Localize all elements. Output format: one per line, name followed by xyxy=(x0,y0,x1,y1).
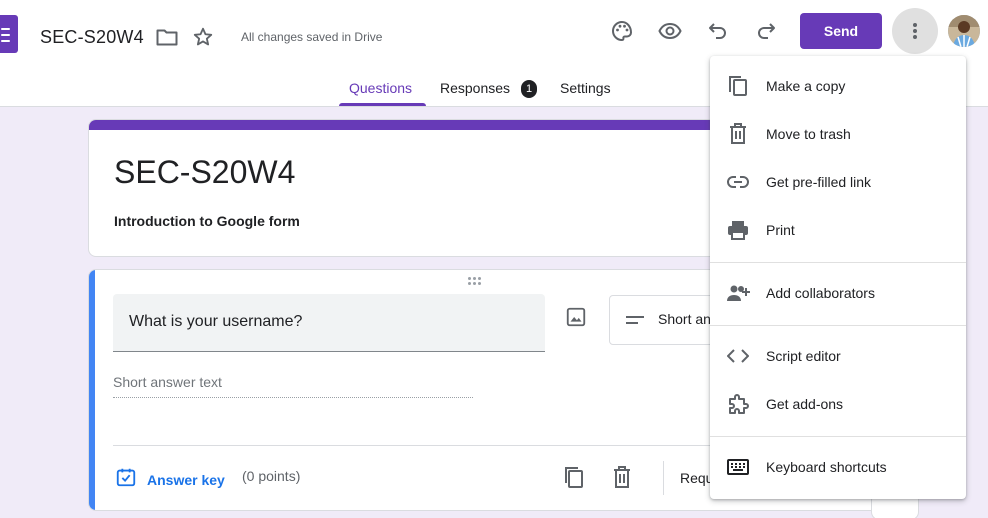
drag-handle-icon[interactable] xyxy=(468,277,482,286)
trash-icon xyxy=(726,122,750,146)
print-icon xyxy=(726,218,750,242)
short-answer-placeholder: Short answer text xyxy=(113,374,473,398)
menu-label: Move to trash xyxy=(766,126,851,142)
puzzle-icon xyxy=(726,392,750,416)
tab-settings[interactable]: Settings xyxy=(560,80,611,96)
palette-icon[interactable] xyxy=(608,17,636,45)
code-icon xyxy=(726,344,750,368)
delete-icon[interactable] xyxy=(611,465,633,494)
more-options-menu: Make a copy Move to trash Get pre-filled… xyxy=(710,56,966,499)
menu-item-make-a-copy[interactable]: Make a copy xyxy=(710,62,966,110)
menu-item-script-editor[interactable]: Script editor xyxy=(710,332,966,380)
more-vert-icon[interactable] xyxy=(892,8,938,54)
menu-divider xyxy=(710,436,966,437)
add-people-icon xyxy=(726,281,750,305)
answer-key-label: Answer key xyxy=(147,471,225,488)
menu-label: Get add-ons xyxy=(766,396,844,412)
menu-label: Make a copy xyxy=(766,78,846,94)
menu-label: Script editor xyxy=(766,348,841,364)
menu-divider xyxy=(710,325,966,326)
menu-label: Get pre-filled link xyxy=(766,174,872,190)
send-button[interactable]: Send xyxy=(800,13,882,49)
copy-icon xyxy=(726,74,750,98)
form-title[interactable]: SEC-S20W4 xyxy=(114,154,295,191)
active-tab-indicator xyxy=(339,103,426,106)
star-icon[interactable] xyxy=(189,23,217,51)
footer-vertical-divider xyxy=(663,461,664,495)
link-icon xyxy=(726,170,750,194)
points-label: (0 points) xyxy=(242,468,301,484)
forms-logo-icon[interactable] xyxy=(0,15,18,53)
answer-key-icon xyxy=(115,466,137,493)
menu-item-keyboard-shortcuts[interactable]: Keyboard shortcuts xyxy=(710,443,966,491)
menu-divider xyxy=(710,262,966,263)
menu-label: Add collaborators xyxy=(766,285,875,301)
responses-count-badge: 1 xyxy=(521,80,537,98)
document-title[interactable]: SEC-S20W4 xyxy=(40,27,144,48)
preview-eye-icon[interactable] xyxy=(656,17,684,45)
menu-item-print[interactable]: Print xyxy=(710,206,966,254)
question-title-text: What is your username? xyxy=(129,313,303,330)
answer-key-button[interactable]: Answer key xyxy=(115,466,225,493)
menu-item-move-to-trash[interactable]: Move to trash xyxy=(710,110,966,158)
menu-label: Keyboard shortcuts xyxy=(766,459,887,475)
redo-icon[interactable] xyxy=(752,17,780,45)
question-focus-accent xyxy=(89,270,95,510)
tab-responses[interactable]: Responses xyxy=(440,80,510,96)
keyboard-icon xyxy=(726,455,750,479)
undo-icon[interactable] xyxy=(704,17,732,45)
question-title-input[interactable]: What is your username? xyxy=(113,294,545,352)
tab-questions[interactable]: Questions xyxy=(349,80,412,96)
save-status: All changes saved in Drive xyxy=(241,30,383,44)
duplicate-icon[interactable] xyxy=(563,465,585,494)
menu-item-get-add-ons[interactable]: Get add-ons xyxy=(710,380,966,428)
menu-item-add-collaborators[interactable]: Add collaborators xyxy=(710,269,966,317)
add-image-icon[interactable] xyxy=(565,306,587,333)
folder-icon[interactable] xyxy=(153,23,181,51)
avatar[interactable] xyxy=(948,15,980,47)
menu-item-get-prefilled-link[interactable]: Get pre-filled link xyxy=(710,158,966,206)
short-text-icon xyxy=(626,313,644,332)
menu-label: Print xyxy=(766,222,795,238)
form-description[interactable]: Introduction to Google form xyxy=(114,213,300,229)
